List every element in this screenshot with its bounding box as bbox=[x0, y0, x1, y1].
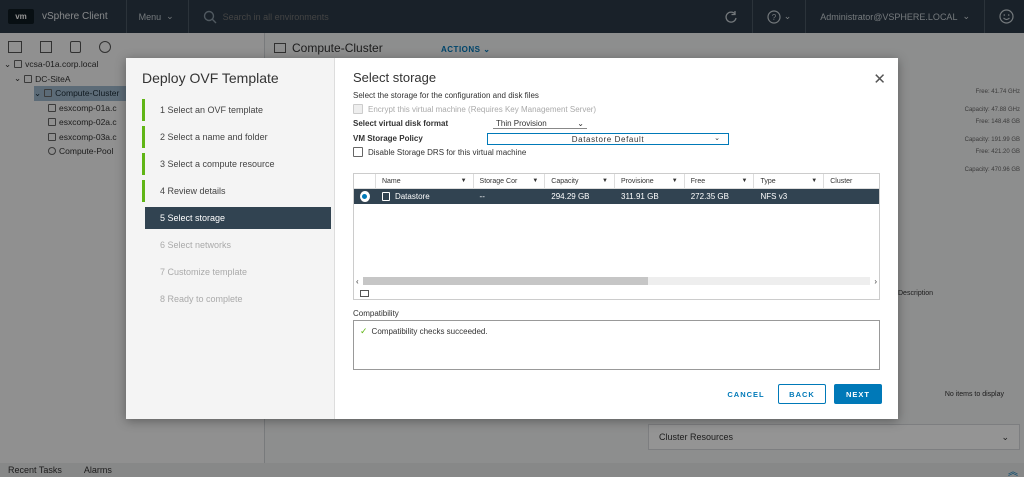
check-icon: ✓ bbox=[360, 326, 368, 336]
chevron-down-icon: ⌄ bbox=[577, 118, 584, 128]
disk-format-label: Select virtual disk format bbox=[353, 119, 449, 128]
filter-icon[interactable]: ▼ bbox=[672, 178, 678, 184]
column-header[interactable]: Free ▼ bbox=[685, 173, 755, 189]
filter-icon[interactable]: ▼ bbox=[602, 178, 608, 184]
row-radio-cell[interactable] bbox=[354, 189, 376, 204]
compatibility-message: ✓ Compatibility checks succeeded. bbox=[360, 326, 488, 337]
disk-format-value: Thin Provision bbox=[496, 118, 547, 128]
wizard-step: 8 Ready to complete bbox=[160, 294, 243, 304]
scroll-right-icon[interactable]: › bbox=[874, 277, 877, 286]
wizard-sidebar: Deploy OVF Template 1 Select an OVF temp… bbox=[126, 58, 335, 419]
compatibility-text: Compatibility checks succeeded. bbox=[371, 327, 488, 336]
column-header[interactable]: Storage Cor ▼ bbox=[474, 173, 546, 189]
select-column-header bbox=[354, 173, 376, 189]
wizard-step[interactable]: 3 Select a compute resource bbox=[142, 153, 335, 175]
storage-policy-select[interactable]: Datastore Default ⌄ bbox=[487, 133, 729, 145]
close-icon[interactable]: ✕ bbox=[873, 72, 886, 87]
grid-header: Name ▼ Storage Cor ▼ Capacity ▼ Provisione ▼ Fre… bbox=[354, 173, 879, 189]
encrypt-label: Encrypt this virtual machine (Requires K… bbox=[368, 104, 597, 114]
back-button[interactable]: BACK bbox=[778, 384, 826, 404]
cell-storage-compat: -- bbox=[474, 189, 546, 204]
datastore-grid: Name ▼ Storage Cor ▼ Capacity ▼ Provisione ▼ Fre… bbox=[353, 173, 880, 300]
disk-format-select[interactable]: Thin Provision ⌄ bbox=[493, 118, 587, 129]
scroll-thumb[interactable] bbox=[362, 277, 648, 285]
row-radio-button[interactable] bbox=[360, 191, 370, 202]
deploy-ovf-dialog: Deploy OVF Template 1 Select an OVF temp… bbox=[126, 58, 898, 419]
table-row[interactable]: Datastore -- 294.29 GB 311.91 GB 272.35 GB NF… bbox=[354, 189, 879, 204]
cell-text: Datastore bbox=[394, 192, 430, 201]
wizard-step[interactable]: 5 Select storage bbox=[145, 207, 331, 229]
column-header[interactable]: Capacity ▼ bbox=[545, 173, 615, 189]
column-header[interactable]: Provisione ▼ bbox=[615, 173, 685, 189]
filter-icon[interactable]: ▼ bbox=[811, 178, 817, 184]
section-subtitle: Select the storage for the configuration… bbox=[353, 91, 539, 100]
wizard-steps: 1 Select an OVF template 2 Select a name … bbox=[142, 99, 335, 315]
column-header[interactable]: Type ▼ bbox=[754, 173, 825, 189]
scroll-track[interactable] bbox=[362, 277, 871, 285]
compatibility-label: Compatibility bbox=[353, 309, 399, 318]
scroll-left-icon[interactable]: ‹ bbox=[356, 277, 359, 286]
wizard-step: 7 Customize template bbox=[160, 267, 248, 277]
wizard-title: Deploy OVF Template bbox=[142, 70, 279, 86]
column-header[interactable]: Cluster bbox=[824, 174, 879, 189]
cancel-button[interactable]: CANCEL bbox=[723, 384, 769, 404]
policy-row: VM Storage Policy bbox=[353, 134, 423, 143]
section-title: Select storage bbox=[353, 70, 437, 85]
disable-drs-checkbox[interactable] bbox=[353, 147, 363, 157]
column-header-label: Storage Cor bbox=[479, 177, 518, 185]
datastore-icon bbox=[381, 192, 390, 201]
column-header-label: Provisione bbox=[621, 177, 654, 185]
cell-provisioned: 311.91 GB bbox=[615, 189, 685, 204]
cell-text: 294.29 GB bbox=[551, 192, 590, 201]
wizard-content: Select storage ✕ Select the storage for … bbox=[336, 58, 898, 419]
cell-text: 311.91 GB bbox=[621, 192, 659, 201]
column-header[interactable]: Name ▼ bbox=[376, 173, 474, 189]
wizard-step[interactable]: 2 Select a name and folder bbox=[142, 126, 335, 148]
chevron-down-icon: ⌄ bbox=[714, 135, 720, 142]
horizontal-scrollbar[interactable]: ‹ › bbox=[356, 276, 877, 286]
cell-free: 272.35 GB bbox=[685, 189, 755, 204]
disable-drs-label: Disable Storage DRS for this virtual mac… bbox=[368, 147, 527, 157]
policy-label: VM Storage Policy bbox=[353, 134, 423, 143]
disable-drs-option: Disable Storage DRS for this virtual mac… bbox=[353, 147, 526, 157]
cell-text: NFS v3 bbox=[760, 192, 788, 201]
cell-type: NFS v3 bbox=[754, 189, 824, 204]
column-header-label: Name bbox=[381, 177, 401, 185]
column-toggle-icon[interactable] bbox=[360, 290, 369, 297]
filter-icon[interactable]: ▼ bbox=[532, 178, 538, 184]
cell-text: -- bbox=[479, 192, 485, 201]
column-header-label: Capacity bbox=[551, 177, 579, 185]
column-header-label: Cluster bbox=[830, 177, 853, 185]
disk-format-row: Select virtual disk format bbox=[353, 119, 448, 128]
cell-cluster bbox=[824, 189, 879, 204]
wizard-step: 6 Select networks bbox=[160, 240, 232, 250]
cell-name: Datastore bbox=[376, 189, 474, 204]
cell-text: 272.35 GB bbox=[690, 192, 729, 201]
filter-icon[interactable]: ▼ bbox=[461, 178, 467, 184]
wizard-step[interactable]: 4 Review details bbox=[142, 180, 335, 202]
cell-capacity: 294.29 GB bbox=[545, 189, 615, 204]
column-header-label: Type bbox=[760, 177, 776, 185]
filter-icon[interactable]: ▼ bbox=[742, 178, 748, 184]
wizard-step[interactable]: 1 Select an OVF template bbox=[142, 99, 335, 121]
next-button[interactable]: NEXT bbox=[834, 384, 882, 404]
column-header-label: Free bbox=[690, 177, 706, 185]
policy-value: Datastore Default bbox=[571, 134, 645, 144]
encrypt-checkbox[interactable] bbox=[353, 104, 363, 114]
compatibility-box: ✓ Compatibility checks succeeded. bbox=[353, 320, 880, 370]
encrypt-option: Encrypt this virtual machine (Requires K… bbox=[353, 104, 596, 114]
